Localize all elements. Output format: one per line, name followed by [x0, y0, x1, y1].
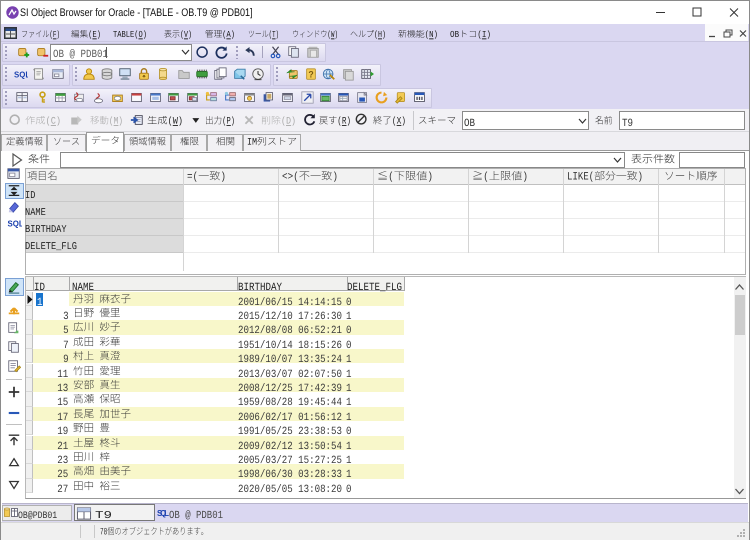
- svg-text:SQL: SQL: [157, 509, 169, 518]
- svg-text:?: ?: [308, 70, 313, 80]
- svg-text:SQL: SQL: [14, 71, 28, 80]
- svg-text:SQL: SQL: [8, 220, 23, 229]
